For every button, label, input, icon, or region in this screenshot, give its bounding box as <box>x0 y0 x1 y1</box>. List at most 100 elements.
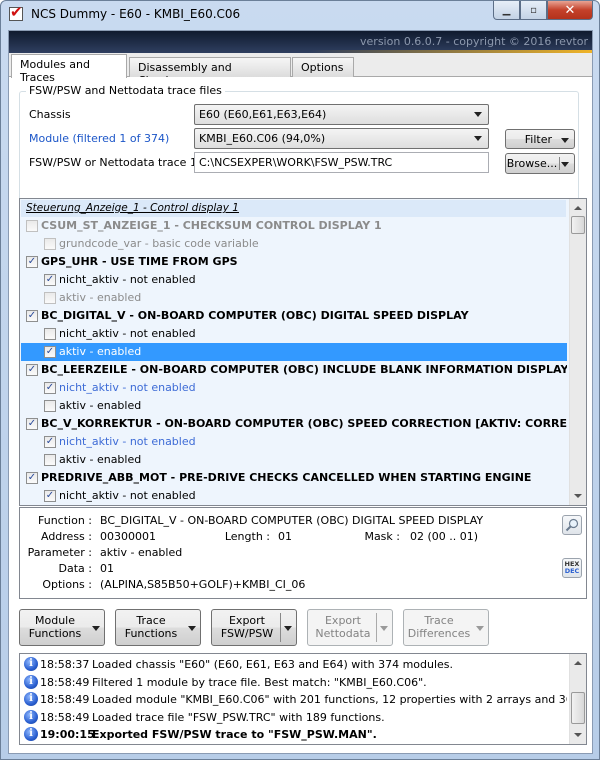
checkbox-checked[interactable]: ✓ <box>44 436 56 448</box>
chevron-down-icon[interactable] <box>284 626 292 631</box>
tree-function-row[interactable]: ✓ BC_LEERZEILE - ON-BOARD COMPUTER (OBC) … <box>21 361 567 379</box>
module-filter-link[interactable]: Module (filtered 1 of 374) <box>29 132 169 145</box>
tree-parameter-row[interactable]: grundcode_var - basic code variable <box>21 235 567 253</box>
scroll-down-icon[interactable] <box>574 733 582 737</box>
tree-parameter-row[interactable]: ✓ nicht_aktiv - not enabled <box>21 379 567 397</box>
tree-parameter-row[interactable]: ✓ nicht_aktiv - not enabled <box>21 487 567 505</box>
checkbox-checked[interactable]: ✓ <box>44 490 56 502</box>
log-message: Loaded chassis "E60" (E60, E61, E63 and … <box>92 658 454 671</box>
checkbox-checked[interactable]: ✓ <box>26 418 38 430</box>
checkbox-checked[interactable]: ✓ <box>44 382 56 394</box>
tree-parameter-row[interactable]: ✓ nicht_aktiv - not enabled <box>21 271 567 289</box>
checkbox-checked[interactable]: ✓ <box>26 472 38 484</box>
checkbox-unchecked[interactable] <box>26 220 38 232</box>
hex-dec-icon: HEX DEC <box>565 561 580 575</box>
scroll-up-icon[interactable] <box>574 661 582 665</box>
tree-parameter-row[interactable]: aktiv - enabled <box>21 289 567 307</box>
title-bar[interactable]: NCS Dummy - E60 - KMBI_E60.C06 ▁ ▫ ✕ <box>1 1 599 29</box>
tab-options[interactable]: Options <box>292 57 354 77</box>
function-value: BC_DIGITAL_V - ON-BOARD COMPUTER (OBC) D… <box>100 514 484 527</box>
chevron-down-icon[interactable] <box>380 626 388 631</box>
scroll-thumb[interactable] <box>571 216 585 234</box>
tree-parameter-row[interactable]: aktiv - enabled <box>21 451 567 469</box>
checkbox-checked[interactable]: ✓ <box>26 256 38 268</box>
checkbox-checked[interactable]: ✓ <box>26 364 38 376</box>
tree-function-row[interactable]: ✓ PREDRIVE_ABB_MOT - PRE-DRIVE CHECKS CAN… <box>21 469 567 487</box>
tree-row-label: CSUM_ST_ANZEIGE_1 - CHECKSUM CONTROL DIS… <box>41 219 382 232</box>
checkbox-checked[interactable]: ✓ <box>44 274 56 286</box>
trace-file-input[interactable]: C:\NCSEXPER\WORK\FSW_PSW.TRC <box>194 152 489 173</box>
data-value: 01 <box>100 562 114 575</box>
log-entry[interactable]: i 19:00:15 Exported FSW/PSW trace to "FSW_… <box>22 726 567 743</box>
info-icon: i <box>24 674 38 689</box>
tree-parameter-row[interactable]: ✓ aktiv - enabled <box>21 343 567 361</box>
scroll-down-icon[interactable] <box>574 494 582 498</box>
checkbox-unchecked[interactable] <box>44 328 56 340</box>
log-message: Loaded module "KMBI_E60.C06" with 201 fu… <box>92 693 567 706</box>
tree-row-label: nicht_aktiv - not enabled <box>59 435 196 448</box>
button-label-line2: Functions <box>28 627 82 640</box>
maximize-button[interactable]: ▫ <box>520 1 547 20</box>
tree-row-label: aktiv - enabled <box>59 399 142 412</box>
trace-file-label: FSW/PSW or Nettodata trace 1 <box>29 156 197 169</box>
chassis-value: E60 (E60,E61,E63,E64) <box>199 108 327 121</box>
browse-button[interactable]: Browse... <box>505 153 575 174</box>
function-tree[interactable]: Steuerung_Anzeige_1 - Control display 1 … <box>19 198 587 506</box>
trace-differences-button[interactable]: Trace Differences <box>403 609 489 646</box>
checkbox-unchecked[interactable] <box>44 292 56 304</box>
export-nettodata-button[interactable]: Export Nettodata <box>307 609 393 646</box>
tree-function-row[interactable]: ✓ BC_DIGITAL_V - ON-BOARD COMPUTER (OBC) … <box>21 307 567 325</box>
tab-modules-and-traces[interactable]: Modules and Traces <box>11 54 127 84</box>
tree-function-row[interactable]: ✓ GPS_UHR - USE TIME FROM GPS <box>21 253 567 271</box>
scroll-up-icon[interactable] <box>574 206 582 210</box>
hex-dec-toggle-button[interactable]: HEX DEC <box>562 558 582 578</box>
chassis-select[interactable]: E60 (E60,E61,E63,E64) <box>194 104 489 125</box>
checkbox-checked[interactable]: ✓ <box>44 346 56 358</box>
tree-parameter-row[interactable]: ✓ nicht_aktiv - not enabled <box>21 433 567 451</box>
button-label-line1: Export <box>324 614 361 627</box>
log-list[interactable]: i 18:58:37 Loaded chassis "E60" (E60, E61,… <box>19 653 587 745</box>
data-label: Data : <box>58 562 92 575</box>
checkbox-unchecked[interactable] <box>44 400 56 412</box>
mask-value: 02 (00 .. 01) <box>410 530 479 543</box>
log-entry[interactable]: i 18:58:49 Loaded trace file "FSW_PSW.TRC"… <box>22 709 567 726</box>
tree-row-label: BC_LEERZEILE - ON-BOARD COMPUTER (OBC) I… <box>41 363 567 376</box>
module-select[interactable]: KMBI_E60.C06 (94,0%) <box>194 128 489 149</box>
info-icon: i <box>24 657 38 671</box>
chevron-down-icon <box>561 138 569 143</box>
function-details: Function : BC_DIGITAL_V - ON-BOARD COMPU… <box>19 507 587 599</box>
filter-button[interactable]: Filter <box>505 129 575 149</box>
module-value: KMBI_E60.C06 (94,0%) <box>199 132 326 145</box>
tree-row-label: grundcode_var - basic code variable <box>59 237 259 250</box>
checkbox-unchecked[interactable] <box>44 238 56 250</box>
close-button[interactable]: ✕ <box>547 1 593 20</box>
checkbox-checked[interactable]: ✓ <box>26 310 38 322</box>
log-entry[interactable]: i 18:58:49 Filtered 1 module by trace file… <box>22 674 567 691</box>
mask-label: Mask : <box>364 530 400 543</box>
tree-group-header[interactable]: Steuerung_Anzeige_1 - Control display 1 <box>21 200 566 217</box>
module-functions-button[interactable]: Module Functions <box>19 609 105 646</box>
app-checkmark-icon <box>9 3 23 21</box>
trace-functions-button[interactable]: Trace Functions <box>115 609 201 646</box>
tree-parameter-row[interactable]: nicht_aktiv - not enabled <box>21 325 567 343</box>
tree-parameter-row[interactable]: aktiv - enabled <box>21 397 567 415</box>
app-window: NCS Dummy - E60 - KMBI_E60.C06 ▁ ▫ ✕ ver… <box>0 0 600 760</box>
log-entry[interactable]: i 18:58:37 Loaded chassis "E60" (E60, E61,… <box>22 656 567 673</box>
checkbox-unchecked[interactable] <box>44 454 56 466</box>
tree-scrollbar[interactable] <box>569 199 586 505</box>
button-label-line1: Module <box>35 614 75 627</box>
search-button[interactable] <box>562 515 582 535</box>
log-scrollbar[interactable] <box>569 654 586 744</box>
tree-function-row[interactable]: CSUM_ST_ANZEIGE_1 - CHECKSUM CONTROL DIS… <box>21 217 567 235</box>
minimize-button[interactable]: ▁ <box>493 1 520 20</box>
export-fsw-psw-button[interactable]: Export FSW/PSW <box>211 609 297 646</box>
tree-row-label: nicht_aktiv - not enabled <box>59 273 196 286</box>
log-message: Loaded trace file "FSW_PSW.TRC" with 189… <box>92 710 385 724</box>
filter-label: Filter <box>524 133 552 146</box>
scroll-thumb[interactable] <box>571 692 585 724</box>
log-entry[interactable]: i 18:58:49 Loaded module "KMBI_E60.C06" wi… <box>22 691 567 708</box>
version-text: version 0.6.0.7 - copyright © 2016 revto… <box>360 35 588 48</box>
tab-disassembly-and-checksums[interactable]: Disassembly and Checksums <box>129 57 291 87</box>
tree-function-row[interactable]: ✓ BC_V_KORREKTUR - ON-BOARD COMPUTER (OBC… <box>21 415 567 433</box>
chevron-down-icon <box>561 162 569 167</box>
